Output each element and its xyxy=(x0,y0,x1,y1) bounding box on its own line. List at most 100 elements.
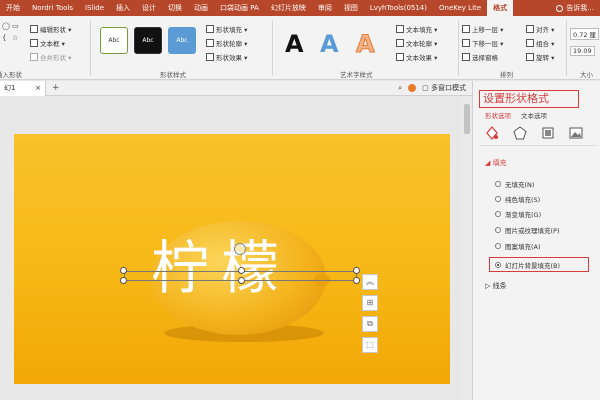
radio-solid-fill[interactable]: 纯色填充(S) xyxy=(495,194,540,204)
send-backward-icon xyxy=(462,39,470,47)
radio-button-icon[interactable] xyxy=(495,227,501,233)
tab-home[interactable]: 开始 xyxy=(0,0,26,16)
tab-design[interactable]: 设计 xyxy=(136,0,162,16)
copy-icon[interactable]: ⧉ xyxy=(362,316,378,332)
group-label-arrange: 排列 xyxy=(500,71,513,79)
effects-pentagon-icon[interactable] xyxy=(513,125,527,140)
ribbon-divider xyxy=(90,20,91,76)
selection-pane-button[interactable]: 选择窗格 xyxy=(462,52,498,62)
tab-onekey-lite[interactable]: OneKey Lite xyxy=(433,0,487,16)
close-icon[interactable]: × xyxy=(35,81,41,96)
send-backward-button[interactable]: 下移一层 ▾ xyxy=(462,38,503,48)
slide[interactable]: 柠檬 xyxy=(14,134,450,384)
shape-style-blue[interactable]: Abc xyxy=(168,27,196,54)
resize-handle[interactable] xyxy=(238,267,245,274)
oval-shape-icon[interactable]: ◯ xyxy=(2,22,10,30)
bring-forward-button[interactable]: 上移一层 ▾ xyxy=(462,24,503,34)
bracket-shape-icon[interactable]: { xyxy=(2,34,6,42)
group-button[interactable]: 组合 ▾ xyxy=(526,38,554,48)
radio-pattern-fill[interactable]: 图案填充(A) xyxy=(495,241,541,251)
tab-pocket-animation[interactable]: 口袋动画 PA xyxy=(214,0,265,16)
radio-button-icon[interactable] xyxy=(495,181,501,187)
radio-slide-background-fill[interactable]: 幻灯片背景填充(B) xyxy=(495,260,560,270)
tab-text-options[interactable]: 文本选项 xyxy=(521,110,547,120)
text-outline-button[interactable]: 文本轮廓 ▾ xyxy=(396,38,437,48)
shape-fill-button[interactable]: 形状填充 ▾ xyxy=(206,24,247,34)
tab-islide[interactable]: iSlide xyxy=(79,0,110,16)
radio-button-icon[interactable] xyxy=(495,196,501,202)
slide-title-text[interactable]: 柠檬 xyxy=(151,233,291,303)
tab-review[interactable]: 审阅 xyxy=(312,0,338,16)
vertical-scrollbar[interactable] xyxy=(462,96,472,400)
multi-window-button[interactable]: ▢ 多窗口模式 xyxy=(422,83,466,93)
shape-height-input[interactable]: 0.72 厘 xyxy=(570,28,600,40)
radio-button-selected-icon[interactable] xyxy=(495,262,501,268)
tab-insert[interactable]: 插入 xyxy=(110,0,136,16)
tab-format[interactable]: 格式 xyxy=(487,0,514,16)
collapse-up-icon[interactable]: ︽ xyxy=(362,274,378,290)
shape-style-white[interactable]: Abc xyxy=(100,27,128,54)
align-icon xyxy=(526,25,534,33)
wordart-style-orange[interactable]: A xyxy=(356,30,376,59)
wordart-style-black[interactable]: A xyxy=(285,30,304,58)
radio-picture-texture-fill[interactable]: 图片或纹理填充(P) xyxy=(495,225,560,235)
shape-outline-button[interactable]: 形状轮廓 ▾ xyxy=(206,38,247,48)
shape-style-black[interactable]: Abc xyxy=(134,27,162,54)
text-fill-button[interactable]: 文本填充 ▾ xyxy=(396,24,437,34)
group-label-size: 大小 xyxy=(580,71,593,79)
layout-options-icon[interactable]: ⊞ xyxy=(362,295,378,311)
line-section-header[interactable]: ▷ 线条 xyxy=(485,281,507,291)
shape-effects-icon xyxy=(206,53,214,61)
lightbulb-icon xyxy=(556,4,564,12)
fill-section-header[interactable]: ◢ 填充 xyxy=(485,158,507,168)
resize-handle[interactable] xyxy=(353,267,360,274)
rotate-icon xyxy=(526,53,534,61)
wordart-style-blue[interactable]: A xyxy=(320,30,339,58)
tab-nordri-tools[interactable]: Nordri Tools xyxy=(26,0,79,16)
size-properties-icon[interactable] xyxy=(541,125,555,139)
resize-handle[interactable] xyxy=(353,277,360,284)
resize-handle[interactable] xyxy=(120,267,127,274)
radio-button-icon[interactable] xyxy=(495,243,501,249)
selection-pane-icon xyxy=(462,53,470,61)
star-shape-icon[interactable]: ☆ xyxy=(12,34,18,42)
shape-effects-button[interactable]: 形状效果 ▾ xyxy=(206,52,247,62)
align-button[interactable]: 对齐 ▾ xyxy=(526,24,554,34)
scrollbar-thumb[interactable] xyxy=(464,104,470,134)
document-tab[interactable]: 幻1 × xyxy=(0,80,46,96)
crop-icon[interactable]: ⬚ xyxy=(362,337,378,353)
rectangle-shape-icon[interactable]: ▭ xyxy=(12,22,19,30)
shape-width-input[interactable]: 19.09 xyxy=(570,46,595,56)
group-icon xyxy=(526,39,534,47)
radio-button-icon[interactable] xyxy=(495,211,501,217)
rotate-button[interactable]: 旋转 ▾ xyxy=(526,52,554,62)
shapes-gallery[interactable]: ◯ ▭ { ☆ xyxy=(2,22,26,62)
fill-line-icon[interactable] xyxy=(485,125,499,140)
resize-handle[interactable] xyxy=(120,277,127,284)
tab-transitions[interactable]: 切换 xyxy=(162,0,188,16)
floating-toolbar: ︽ ⊞ ⧉ ⬚ xyxy=(362,274,378,358)
tab-view[interactable]: 视图 xyxy=(338,0,364,16)
tab-shape-options[interactable]: 形状选项 xyxy=(485,110,511,120)
radio-no-fill[interactable]: 无填充(N) xyxy=(495,179,534,189)
tab-lvyhtools[interactable]: LvyhTools(0514) xyxy=(364,0,433,16)
tab-slideshow[interactable]: 幻灯片放映 xyxy=(265,0,312,16)
text-box-icon xyxy=(30,39,38,47)
search-icon[interactable]: ⌕ xyxy=(398,84,402,93)
edit-shape-button[interactable]: 编辑形状 ▾ xyxy=(30,24,71,34)
ribbon-divider xyxy=(566,20,567,76)
rotate-handle-icon[interactable] xyxy=(234,243,246,255)
new-tab-button[interactable]: + xyxy=(46,83,60,93)
text-effects-button[interactable]: 文本效果 ▾ xyxy=(396,52,437,62)
picture-icon[interactable] xyxy=(569,125,583,139)
group-label-wordart-styles: 艺术字样式 xyxy=(340,71,373,79)
radio-gradient-fill[interactable]: 渐变填充(G) xyxy=(495,209,541,219)
settings-icon[interactable] xyxy=(408,84,417,92)
merge-shapes-button[interactable]: 合并形状 ▾ xyxy=(30,52,71,62)
ribbon-tab-bar: 开始 Nordri Tools iSlide 插入 设计 切换 动画 口袋动画 … xyxy=(0,0,600,16)
tell-me-search[interactable]: 告诉我... xyxy=(550,0,600,16)
tab-animations[interactable]: 动画 xyxy=(188,0,214,16)
text-box-button[interactable]: 文本框 ▾ xyxy=(30,38,65,48)
resize-handle[interactable] xyxy=(238,277,245,284)
text-fill-icon xyxy=(396,25,404,33)
